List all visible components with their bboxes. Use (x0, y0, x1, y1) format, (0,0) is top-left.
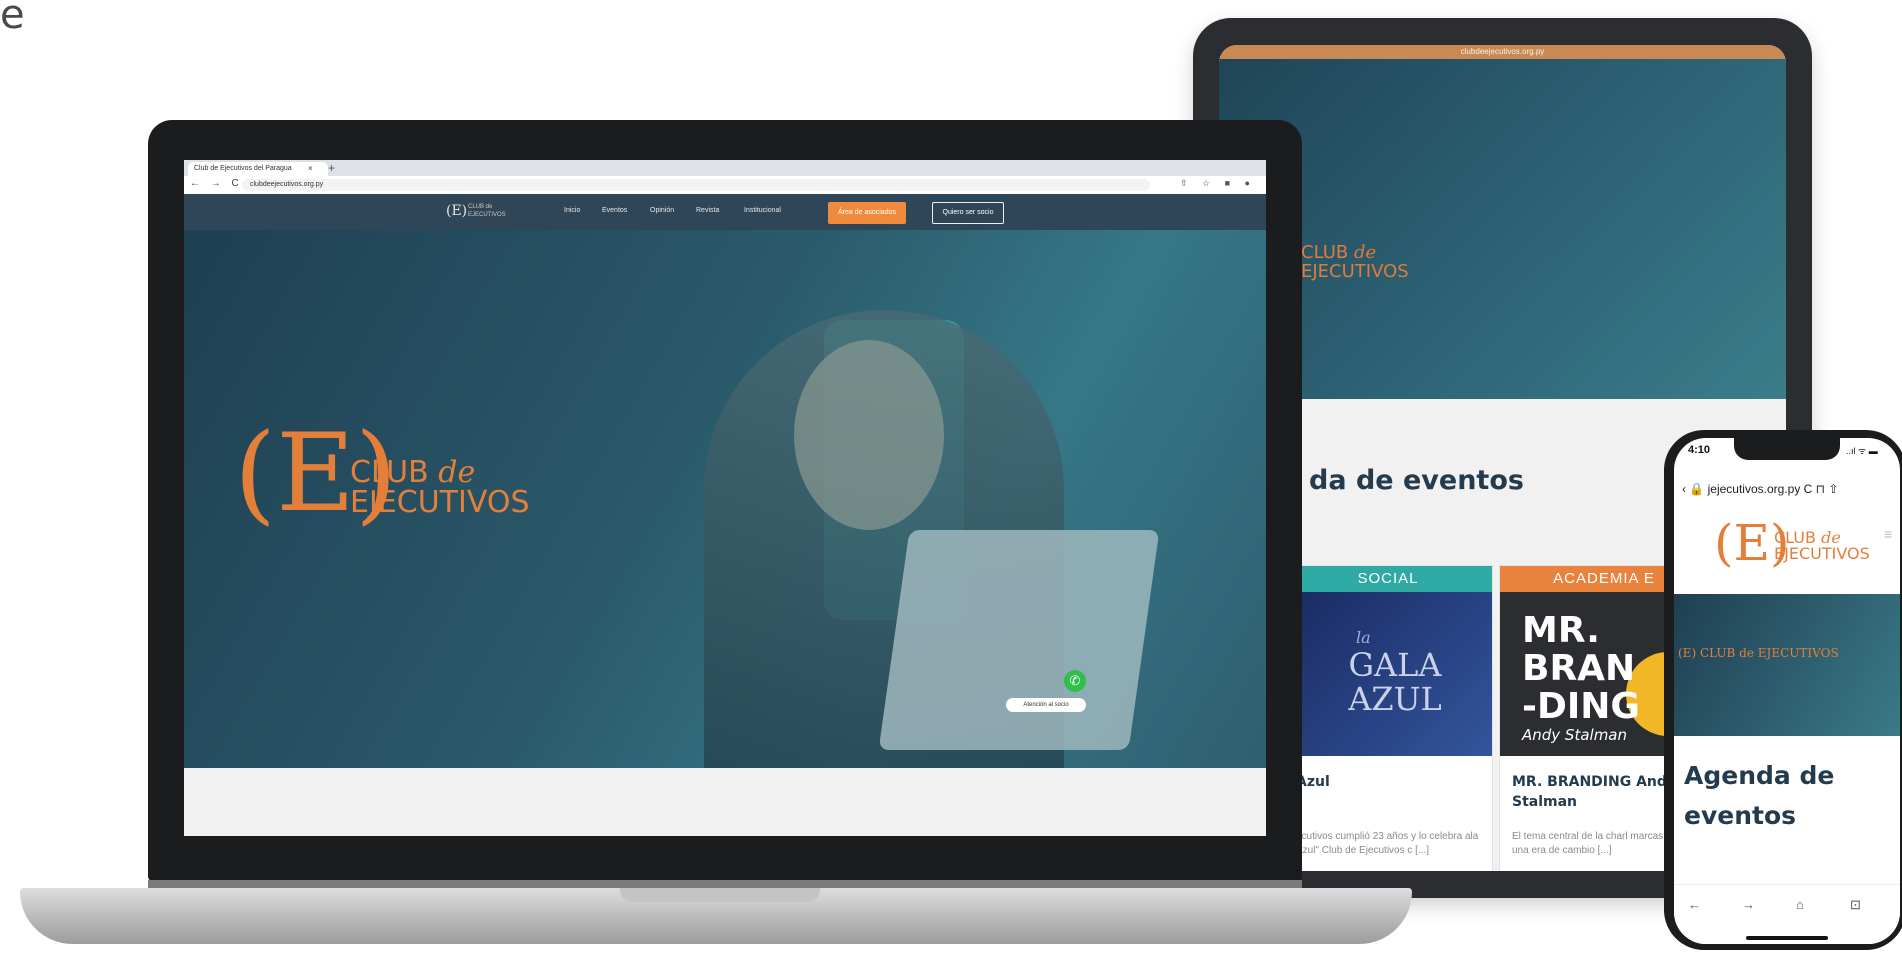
tablet-url-bar[interactable]: clubdeejecutivos.org.py (1219, 45, 1786, 59)
phone-screen: 4:10 ..ıl ᯤ ▬ ‹ 🔒 jejecutivos.org.py C ⊓… (1674, 438, 1900, 944)
branding-line-3: -DING (1522, 686, 1640, 727)
hamburger-menu-icon[interactable]: ≡ (1884, 526, 1892, 542)
nav-logo-text[interactable]: CLUB de EJECUTIVOS (468, 203, 506, 219)
phone-notch (1734, 438, 1840, 460)
phone-url-bar[interactable]: ‹ 🔒 jejecutivos.org.py C ⊓ ⇧ (1682, 478, 1892, 500)
address-bar[interactable]: clubdeejecutivos.org.py (242, 179, 1150, 191)
tablet-logo-club: CLUB (1301, 242, 1349, 263)
browser-toolbar: ← → C clubdeejecutivos.org.py ⇧ ☆ ■ ● (184, 176, 1266, 195)
branding-title-text: MR. BRAN -DING (1522, 612, 1640, 726)
hero-banner: (E) CLUB de EJECUTIVOS ✆ Atención al soc… (184, 230, 1266, 768)
home-icon[interactable]: ⌂ (1796, 897, 1804, 912)
nav-logo-club: CLUB de (468, 204, 493, 210)
nav-item-inicio[interactable]: Inicio (564, 207, 580, 214)
phone-browser-bottom-bar: ← → ⌂ ⊡ (1674, 884, 1900, 944)
phone-hero-logo: (E) CLUB de EJECUTIVOS (1678, 646, 1839, 660)
members-area-button[interactable]: Área de asociados (828, 202, 906, 224)
phone-time: 4:10 (1688, 444, 1711, 456)
tablet-hero-image: CLUB de EJECUTIVOS (1219, 59, 1786, 399)
laptop-notch (620, 888, 820, 902)
tablet-section-title: da de eventos (1309, 465, 1524, 496)
phone-logo-text[interactable]: CLUB de EJECUTIVOS (1774, 530, 1870, 562)
phone-status-icons: ..ıl ᯤ ▬ (1846, 446, 1878, 456)
nav-item-opinion[interactable]: Opinión (650, 207, 674, 214)
nav-item-eventos[interactable]: Eventos (602, 207, 627, 214)
browser-nav-buttons[interactable]: ← → C (190, 178, 243, 189)
browser-action-icons[interactable]: ⇧ ☆ ■ ● (1180, 178, 1256, 189)
branding-author: Andy Stalman (1522, 726, 1628, 744)
event-card[interactable]: SOCIAL la GALA AZUL Azul ecutivos cumpli… (1283, 565, 1493, 871)
event-card-excerpt: ecutivos cumplió 23 años y lo celebra al… (1296, 831, 1479, 856)
phone-section-title: Agenda de eventos (1684, 761, 1835, 830)
laptop-screen: Club de Ejecutivos del Paragua × + ← → C… (184, 160, 1266, 836)
phone-hero-image: (E) CLUB de EJECUTIVOS (1674, 594, 1900, 736)
tabs-icon[interactable]: ⊡ (1850, 897, 1861, 913)
become-member-button[interactable]: Quiero ser socio (932, 202, 1004, 224)
forward-arrow-icon[interactable]: → (1742, 897, 1755, 912)
browser-tab-title: Club de Ejecutivos del Paragua (194, 165, 292, 172)
close-icon[interactable]: × (308, 162, 313, 176)
nav-item-revista[interactable]: Revista (696, 207, 719, 214)
browser-tab-bar: Club de Ejecutivos del Paragua × + (184, 160, 1266, 176)
nav-item-institucional[interactable]: Institucional (744, 207, 781, 214)
nav-logo-mark[interactable]: (E) (446, 203, 467, 219)
gala-line-2: AZUL (1348, 680, 1442, 718)
home-indicator (1746, 936, 1828, 940)
cropped-heading: e (0, 0, 25, 38)
gala-script-text: la (1356, 628, 1371, 647)
tablet-logo-ejecutivos: EJECUTIVOS (1301, 261, 1409, 282)
tablet-logo-de: de (1353, 242, 1377, 263)
gala-title-text: GALA AZUL (1340, 648, 1450, 716)
branding-line-2: BRAN (1522, 648, 1636, 689)
phone-logo-ejecutivos: EJECUTIVOS (1774, 544, 1870, 563)
gala-line-1: GALA (1348, 646, 1442, 684)
whatsapp-icon[interactable]: ✆ (1064, 670, 1086, 692)
page-content-area (184, 768, 1266, 836)
back-arrow-icon[interactable]: ← (1688, 897, 1701, 912)
tablet-logo[interactable]: CLUB de EJECUTIVOS (1301, 243, 1409, 281)
event-card-title[interactable]: Azul (1296, 772, 1486, 792)
hero-logo-text: CLUB de EJECUTIVOS (350, 458, 530, 518)
event-card-tag: SOCIAL (1284, 566, 1492, 592)
support-chat-button[interactable]: Atención al socio (1006, 698, 1086, 712)
branding-line-1: MR. (1522, 610, 1600, 651)
hero-face-image (794, 340, 944, 530)
nav-logo-ejecutivos: EJECUTIVOS (468, 212, 506, 218)
hero-laptop-image (878, 530, 1160, 750)
browser-tab[interactable]: Club de Ejecutivos del Paragua (188, 162, 328, 176)
event-card-image[interactable]: la GALA AZUL (1284, 592, 1492, 756)
hero-logo-ejecutivos: EJECUTIVOS (350, 485, 530, 520)
site-navbar: (E) CLUB de EJECUTIVOS Inicio Eventos Op… (184, 194, 1266, 230)
new-tab-icon[interactable]: + (328, 161, 335, 175)
